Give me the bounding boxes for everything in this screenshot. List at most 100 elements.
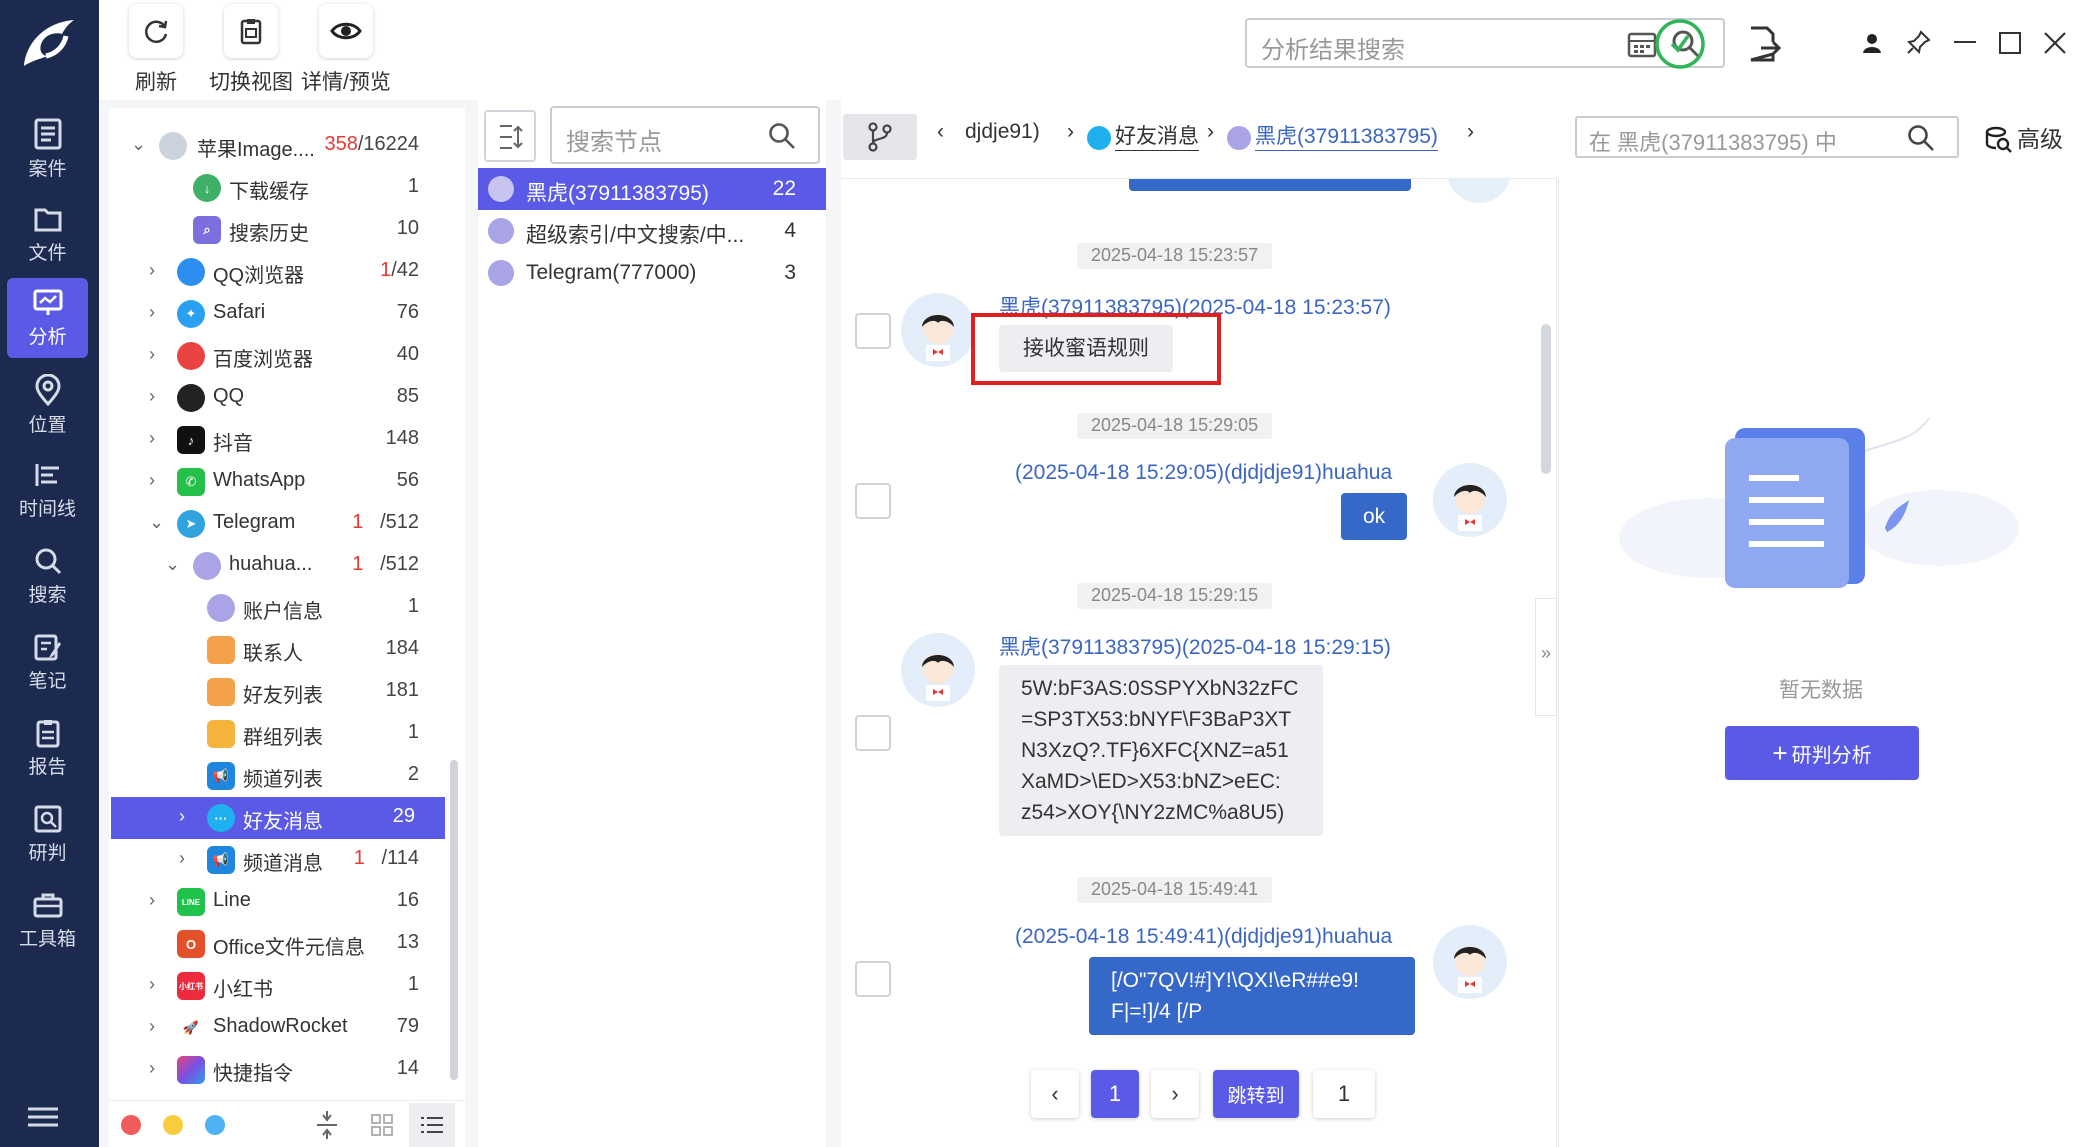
message-sender[interactable]: (2025-04-18 15:29:05)(djdjdje91)huahua [1015,461,1392,485]
red-filter-dot[interactable] [121,1115,141,1135]
message-bubble[interactable]: 5W:bF3AS:0SSPYXbN32zFC =SP3TX53:bNYF\F3B… [999,665,1323,836]
list-view-button[interactable] [409,1103,455,1147]
user-icon[interactable] [1861,32,1883,54]
tree-node-channel-list[interactable]: 📢 频道列表 2 [109,755,449,797]
chevron-down-icon[interactable]: ⌄ [131,134,146,155]
maximize-icon[interactable] [1999,32,2021,54]
tree-node-office-meta[interactable]: O Office文件元信息 13 [109,923,449,965]
chevron-right-icon[interactable]: › [149,260,155,281]
sort-button[interactable] [484,110,536,162]
nav-judge[interactable]: 研判 [7,794,88,874]
tree-node-shadowrocket[interactable]: › 🚀 ShadowRocket 79 [109,1007,449,1049]
switch-view-button[interactable]: 切换视图 [209,4,293,96]
tree-node-download-cache[interactable]: ↓ 下载缓存 1 [109,167,449,209]
tree-node-baidu-browser[interactable]: › 百度浏览器 40 [109,335,449,377]
nav-search[interactable]: 搜索 [7,536,88,616]
chat-search-input[interactable]: 在 黑虎(37911383795) 中 [1575,116,1959,158]
nav-note[interactable]: 笔记 [7,622,88,702]
chevron-right-icon[interactable]: › [149,302,155,323]
pin-icon[interactable] [1907,30,1931,54]
tree-node-apple-image[interactable]: ⌄ 苹果Image.... 358/16224 [109,125,449,167]
node-search-input[interactable]: 搜索节点 [550,106,820,164]
tree-node-contacts[interactable]: 联系人 184 [109,629,449,671]
chevron-down-icon[interactable]: ⌄ [149,512,164,533]
chevron-right-icon[interactable]: › [149,974,155,995]
search-icon[interactable] [1907,124,1935,152]
breadcrumb-item[interactable]: 黑虎(37911383795) [1255,120,1438,151]
blue-filter-dot[interactable] [205,1115,225,1135]
yellow-filter-dot[interactable] [163,1115,183,1135]
tree-node-xiaohongshu[interactable]: › 小红书 小红书 1 [109,965,449,1007]
list-item[interactable]: Telegram(777000) 3 [478,252,826,294]
chevron-right-icon[interactable]: › [149,386,155,407]
tree-node-line[interactable]: › LINE Line 16 [109,881,449,923]
refresh-button[interactable]: 刷新 [129,4,183,96]
breadcrumb-item[interactable]: djdje91) [965,120,1040,144]
chevron-right-icon[interactable]: › [149,344,155,365]
expand-panel-handle[interactable]: » [1535,598,1557,716]
tree-node-shortcuts[interactable]: › 快捷指令 14 [109,1049,449,1091]
tree-scrollbar[interactable] [450,760,458,1080]
tree-node-friend-messages[interactable]: › ··· 好友消息 29 [111,797,445,839]
chevron-right-icon[interactable]: › [149,428,155,449]
list-item[interactable]: 超级索引/中文搜索/中... 4 [478,210,826,252]
tree-node-friend-list[interactable]: 好友列表 181 [109,671,449,713]
nav-toolbox[interactable]: 工具箱 [7,880,88,960]
advanced-button[interactable]: 高级 [2017,120,2063,154]
message-bubble[interactable]: [/O"7QV!#]Y!\QX!\eR##e9! F|=!]/4 [/P [1089,957,1415,1035]
chevron-right-icon[interactable]: › [179,848,185,869]
tree-node-search-history[interactable]: ⌕ 搜索历史 10 [109,209,449,251]
chevron-right-icon[interactable]: › [149,1016,155,1037]
tree-node-group-list[interactable]: 群组列表 1 [109,713,449,755]
tree-node-account-info[interactable]: 账户信息 1 [109,587,449,629]
advanced-search-icon[interactable] [1984,126,2012,154]
tree-node-huahua[interactable]: ⌄ huahua... 1 /512 [109,545,449,587]
menu-icon[interactable] [28,1105,64,1134]
message-checkbox[interactable] [855,483,891,519]
chevron-right-icon[interactable]: › [149,1058,155,1079]
list-item[interactable]: 黑虎(37911383795) 22 [478,168,826,210]
collapse-icon[interactable] [315,1111,339,1139]
nav-location[interactable]: 位置 [7,364,88,444]
grid-view-icon[interactable] [371,1114,393,1136]
nav-case[interactable]: 案件 [7,108,88,188]
analysis-search-input[interactable]: 分析结果搜索 [1245,18,1725,68]
tree-node-channel-messages[interactable]: › 📢 频道消息 1 /114 [109,839,449,881]
tree-node-qq-browser[interactable]: › QQ浏览器 1/42 [109,251,449,293]
message-checkbox[interactable] [855,715,891,751]
message-scrollbar[interactable] [1541,324,1551,474]
chevron-right-icon[interactable]: › [179,806,185,827]
breadcrumb-item[interactable]: 好友消息 [1115,120,1199,151]
tree-node-whatsapp[interactable]: › ✆ WhatsApp 56 [109,461,449,503]
chevron-down-icon[interactable]: ⌄ [165,554,180,575]
shield-check-icon[interactable] [1654,18,1706,70]
nav-report[interactable]: 报告 [7,708,88,788]
nav-file[interactable]: 文件 [7,194,88,274]
message-sender[interactable]: (2025-04-18 15:49:41)(djdjdje91)huahua [1015,925,1392,949]
breadcrumb-forward-icon[interactable]: › [1467,120,1474,144]
nav-analysis[interactable]: 分析 [7,278,88,358]
page-number-button[interactable]: 1 [1091,1070,1139,1118]
tree-node-qq[interactable]: › QQ 85 [109,377,449,419]
close-icon[interactable] [2044,32,2066,54]
chevron-right-icon[interactable]: › [149,470,155,491]
next-page-button[interactable]: › [1151,1070,1199,1118]
export-file-icon[interactable] [1747,26,1781,62]
search-icon[interactable] [768,122,796,150]
branch-button[interactable] [843,114,917,160]
message-sender[interactable]: 黑虎(37911383795)(2025-04-18 15:29:15) [999,631,1391,661]
jump-to-button[interactable]: 跳转到 [1213,1070,1299,1118]
details-preview-button[interactable]: 详情/预览 [301,4,391,96]
judge-analysis-button[interactable]: + 研判分析 [1725,726,1919,780]
jump-page-input[interactable]: 1 [1313,1070,1375,1118]
breadcrumb-back-icon[interactable]: ‹ [937,120,944,144]
tree-node-safari[interactable]: › ✦ Safari 76 [109,293,449,335]
message-checkbox[interactable] [855,961,891,997]
minimize-icon[interactable] [1954,40,1976,44]
message-bubble[interactable]: ok [1341,493,1408,540]
calendar-icon[interactable] [1627,30,1657,58]
tree-node-douyin[interactable]: › ♪ 抖音 148 [109,419,449,461]
tree-node-telegram[interactable]: ⌄ ➤ Telegram 1 /512 [109,503,449,545]
nav-timeline[interactable]: 时间线 [7,450,88,530]
chevron-right-icon[interactable]: › [149,890,155,911]
